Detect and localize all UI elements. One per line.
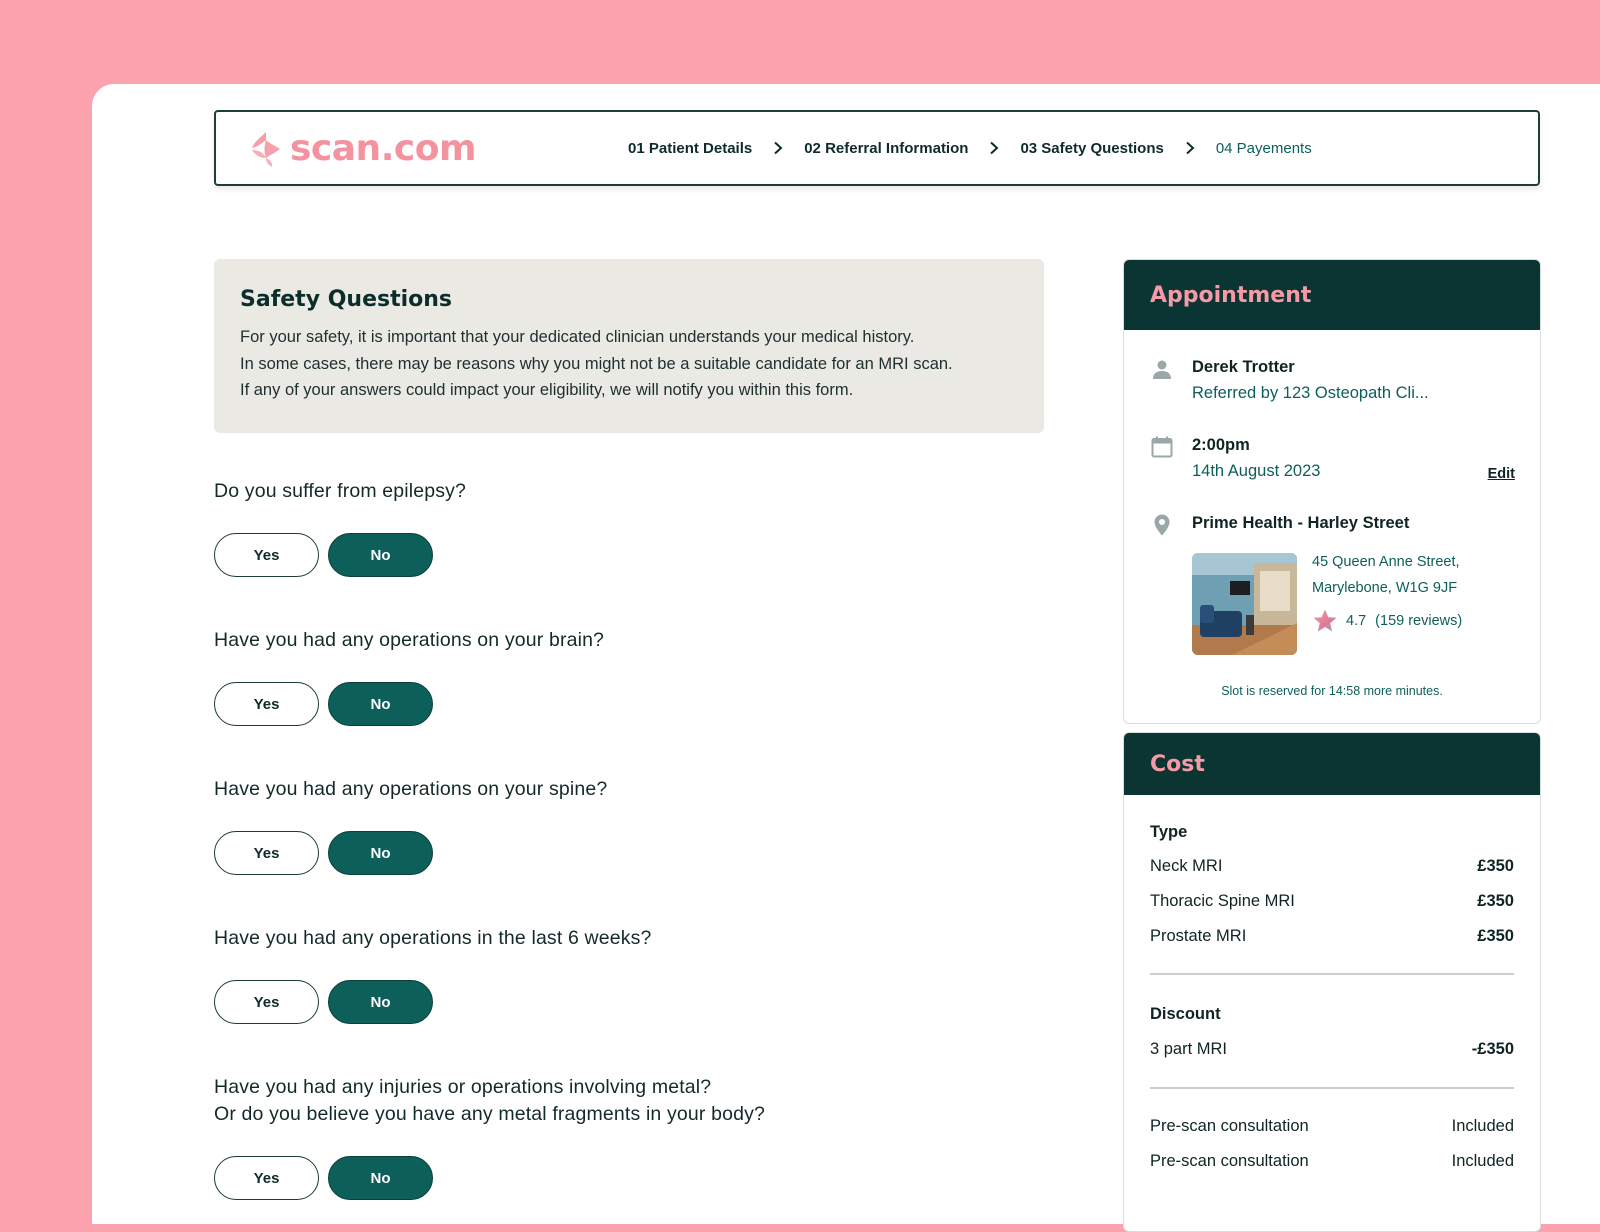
yes-button[interactable]: Yes xyxy=(214,1156,319,1200)
step-payments[interactable]: 04 Payements xyxy=(1216,140,1312,157)
question-text: Have you had any operations on your spin… xyxy=(214,778,608,800)
referral-source: Referred by 123 Osteopath Cli... xyxy=(1192,384,1429,402)
question-text: Do you suffer from epilepsy? xyxy=(214,480,467,502)
extra-amount: Included xyxy=(1451,1117,1514,1135)
discount-amount: -£350 xyxy=(1471,1040,1514,1058)
patient-row: Derek Trotter Referred by 123 Osteopath … xyxy=(1150,355,1429,407)
patient-name: Derek Trotter xyxy=(1192,358,1295,376)
question-brain-operations: Have you had any operations on your brai… xyxy=(214,627,604,726)
step-referral-information[interactable]: 02 Referral Information xyxy=(804,140,968,157)
no-button[interactable]: No xyxy=(328,682,433,726)
cost-item-name: Neck MRI xyxy=(1150,857,1223,875)
chevron-right-icon xyxy=(752,141,804,155)
cost-card: Cost Type Neck MRI £350 Thoracic Spine M… xyxy=(1123,732,1541,1232)
calendar-icon xyxy=(1151,436,1173,458)
extra-name: Pre-scan consultation xyxy=(1150,1117,1309,1135)
cost-item-name: Thoracic Spine MRI xyxy=(1150,892,1295,910)
edit-appointment-link[interactable]: Edit xyxy=(1488,466,1515,482)
extra-item: Pre-scan consultation Included xyxy=(1150,1152,1514,1171)
discount-item: 3 part MRI -£350 xyxy=(1150,1040,1514,1059)
brand-name: scan.com xyxy=(290,128,476,169)
scan-logo-icon xyxy=(252,131,280,167)
yes-button[interactable]: Yes xyxy=(214,980,319,1024)
chevron-right-icon xyxy=(1164,141,1216,155)
cost-item: Neck MRI £350 xyxy=(1150,857,1514,876)
appointment-title: Appointment xyxy=(1124,260,1540,330)
no-button[interactable]: No xyxy=(328,1156,433,1200)
section-title: Safety Questions xyxy=(240,287,453,312)
cost-item-amount: £350 xyxy=(1477,927,1514,945)
discount-label: Discount xyxy=(1150,1005,1221,1023)
clinic-row: Prime Health - Harley Street xyxy=(1150,511,1409,537)
extra-name: Pre-scan consultation xyxy=(1150,1152,1309,1170)
cost-item-name: Prostate MRI xyxy=(1150,927,1247,945)
question-text: Have you had any injuries or operations … xyxy=(214,1076,712,1098)
answer-toggle: Yes No xyxy=(214,682,604,726)
extra-amount: Included xyxy=(1451,1152,1514,1170)
intro-line: In some cases, there may be reasons why … xyxy=(240,354,953,373)
extra-item: Pre-scan consultation Included xyxy=(1150,1117,1514,1136)
clinic-name: Prime Health - Harley Street xyxy=(1192,514,1410,532)
yes-button[interactable]: Yes xyxy=(214,831,319,875)
discount-name: 3 part MRI xyxy=(1150,1040,1228,1058)
yes-button[interactable]: Yes xyxy=(214,682,319,726)
cost-item-amount: £350 xyxy=(1477,857,1514,875)
step-safety-questions[interactable]: 03 Safety Questions xyxy=(1020,140,1163,157)
progress-steps: 01 Patient Details 02 Referral Informati… xyxy=(628,112,1312,184)
intro-line: If any of your answers could impact your… xyxy=(240,381,854,399)
clinic-rating: 4.7 (159 reviews) xyxy=(1312,608,1462,634)
answer-toggle: Yes No xyxy=(214,980,652,1024)
question-metal: Have you had any injuries or operations … xyxy=(214,1074,765,1200)
question-epilepsy: Do you suffer from epilepsy? Yes No xyxy=(214,478,466,577)
address-line: 45 Queen Anne Street, xyxy=(1312,554,1460,570)
app-window: scan.com 01 Patient Details 02 Referral … xyxy=(92,84,1600,1232)
cost-item: Thoracic Spine MRI £350 xyxy=(1150,892,1514,911)
type-label: Type xyxy=(1150,823,1188,841)
no-button[interactable]: No xyxy=(328,831,433,875)
no-button[interactable]: No xyxy=(328,980,433,1024)
brand-logo[interactable]: scan.com xyxy=(248,128,476,169)
cost-item: Prostate MRI £350 xyxy=(1150,927,1514,946)
divider xyxy=(1150,973,1514,975)
review-count[interactable]: (159 reviews) xyxy=(1375,613,1462,629)
question-spine-operations: Have you had any operations on your spin… xyxy=(214,776,607,875)
chevron-right-icon xyxy=(968,141,1020,155)
answer-toggle: Yes No xyxy=(214,533,466,577)
answer-toggle: Yes No xyxy=(214,1156,765,1200)
divider xyxy=(1150,1087,1514,1089)
question-text: Have you had any operations in the last … xyxy=(214,927,652,949)
intro-line: For your safety, it is important that yo… xyxy=(240,328,915,346)
location-pin-icon xyxy=(1154,514,1170,536)
appointment-card: Appointment Derek Trotter Referred by 12… xyxy=(1123,259,1541,724)
safety-intro-card: Safety Questions For your safety, it is … xyxy=(214,259,1044,433)
clinic-address: 45 Queen Anne Street, Marylebone, W1G 9J… xyxy=(1312,549,1460,601)
time-row: 2:00pm 14th August 2023 xyxy=(1150,433,1320,485)
yes-button[interactable]: Yes xyxy=(214,533,319,577)
appointment-date: 14th August 2023 xyxy=(1192,462,1321,480)
appointment-time: 2:00pm xyxy=(1192,436,1250,454)
question-recent-operations: Have you had any operations in the last … xyxy=(214,925,652,1024)
answer-toggle: Yes No xyxy=(214,831,607,875)
address-line: Marylebone, W1G 9JF xyxy=(1312,580,1458,596)
rating-value: 4.7 xyxy=(1346,613,1367,629)
cost-item-amount: £350 xyxy=(1477,892,1514,910)
no-button[interactable]: No xyxy=(328,533,433,577)
question-text: Have you had any operations on your brai… xyxy=(214,629,605,651)
person-icon xyxy=(1153,360,1171,379)
step-patient-details[interactable]: 01 Patient Details xyxy=(628,140,752,157)
reservation-timer: Slot is reserved for 14:58 more minutes. xyxy=(1221,684,1443,698)
question-text: Or do you believe you have any metal fra… xyxy=(214,1103,765,1125)
clinic-photo xyxy=(1192,553,1297,655)
cost-title: Cost xyxy=(1124,733,1540,795)
star-icon xyxy=(1313,609,1337,632)
header-bar: scan.com 01 Patient Details 02 Referral … xyxy=(214,110,1540,186)
